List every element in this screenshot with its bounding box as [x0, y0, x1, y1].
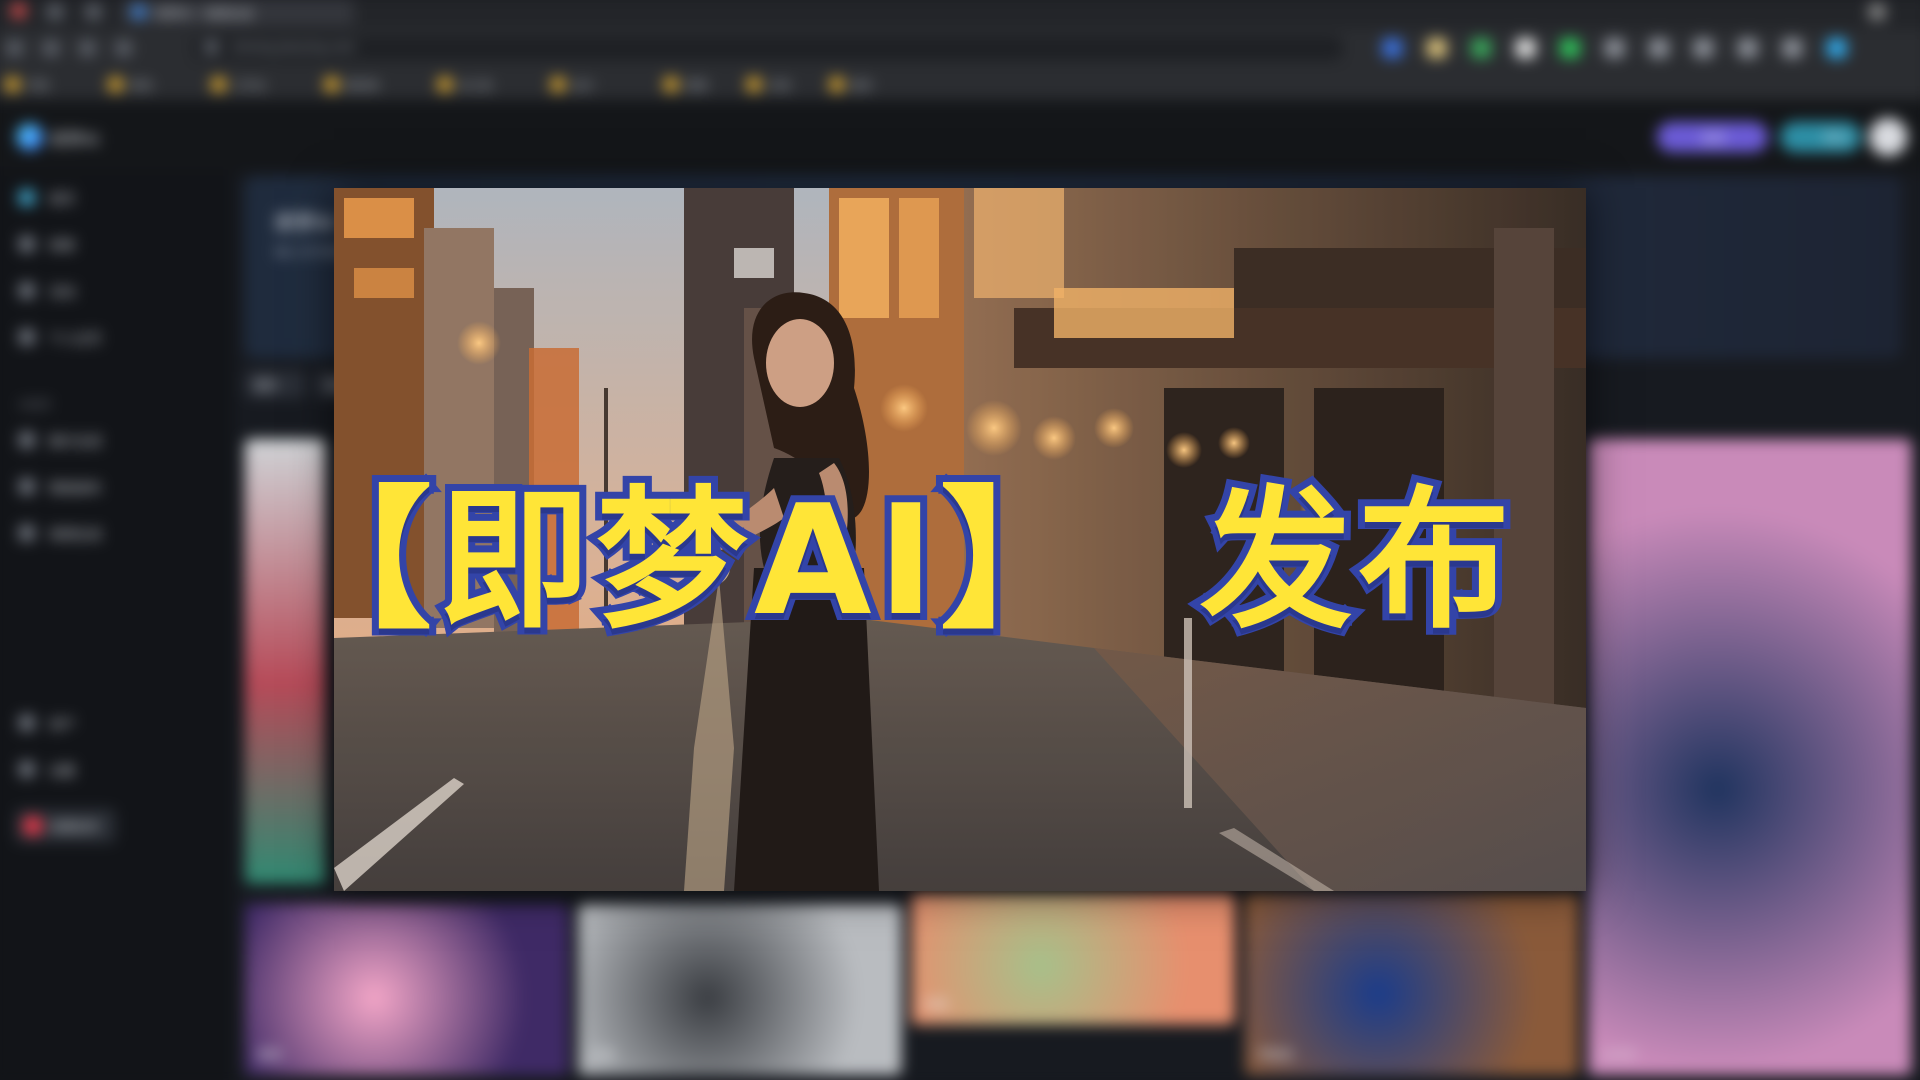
bookmark-item[interactable]: 视频	[663, 75, 734, 93]
extension-icon[interactable]	[1382, 38, 1403, 59]
screen: 即梦AI - 视频生成 jimeng.jianying.com 书签 常用 工作台 素…	[0, 0, 1920, 1080]
sidebar-item-label: 个人主页	[48, 331, 102, 348]
user-icon	[18, 328, 35, 346]
bookmark-item[interactable]: 书签	[4, 75, 96, 93]
bookmark-item[interactable]: 常用	[107, 75, 199, 93]
gear-icon	[18, 761, 35, 778]
browser-tab[interactable]: 即梦AI - 视频生成	[121, 0, 355, 25]
sidebar-item-label: 活动	[48, 285, 76, 301]
bookmark-label: 视频	[685, 79, 708, 93]
folder-icon	[18, 714, 35, 731]
home-icon[interactable]	[115, 40, 132, 57]
story-creation-label: 故事创作	[51, 819, 100, 834]
video-title-overlay: 【即梦AI】 发布	[0, 465, 1920, 666]
extension-icon[interactable]	[1515, 38, 1536, 59]
address-bar-row: jimeng.jianying.com	[0, 28, 1920, 68]
folder-icon	[210, 76, 227, 93]
extension-icon[interactable]	[1604, 38, 1625, 59]
refresh-icon[interactable]	[79, 40, 96, 57]
sidebar-section-title: AI创作	[18, 398, 52, 412]
membership-button-label: 会员	[1701, 130, 1726, 146]
filter-label: 图片	[255, 378, 280, 393]
brand-logo-icon[interactable]	[16, 123, 43, 151]
bookmark-item[interactable]: 设计	[549, 75, 651, 93]
folder-icon	[323, 76, 340, 93]
bookmark-label: AI工具	[459, 79, 493, 93]
gallery-tile[interactable]: 田园	[911, 893, 1235, 1025]
bookmark-item[interactable]: 素材库	[323, 75, 425, 93]
gallery-tile-label: 田园	[923, 997, 948, 1012]
gallery-tile-label: 花海	[590, 1048, 615, 1063]
extension-icon[interactable]	[1693, 38, 1714, 59]
flag-icon	[18, 282, 35, 299]
user-avatar[interactable]	[1869, 117, 1908, 157]
tab-list-icon[interactable]	[46, 3, 64, 20]
site-header: 即梦AI 会员 积分	[0, 99, 1920, 173]
browser-tab-bar: 即梦AI - 视频生成	[0, 0, 1920, 29]
extension-icon[interactable]	[1826, 38, 1847, 59]
bookmark-item[interactable]: 工作台	[210, 75, 312, 93]
title-part-brand: 【即梦AI】	[273, 465, 1099, 656]
sidebar-item-label: 资产	[48, 717, 76, 733]
credits-button[interactable]: 积分	[1780, 121, 1861, 153]
compass-icon	[18, 235, 35, 253]
bookmark-label: 文档	[768, 79, 791, 93]
folder-icon	[107, 76, 124, 93]
address-input[interactable]: jimeng.jianying.com	[192, 36, 1344, 61]
tab-favicon-icon	[131, 4, 146, 19]
story-icon	[22, 815, 43, 836]
sidebar-item-label: 首页	[48, 192, 76, 208]
lock-icon	[204, 40, 219, 55]
tab-title: 即梦AI - 视频生成	[156, 6, 253, 21]
sidebar-item-label: 探索	[48, 239, 76, 255]
folder-icon	[663, 76, 680, 93]
bookmark-label: 更多	[850, 79, 874, 93]
gallery-tile[interactable]: 星球	[244, 903, 569, 1076]
bookmark-label: 书签	[26, 79, 49, 93]
home-icon	[18, 189, 35, 206]
filter-images[interactable]: 图片	[244, 370, 306, 399]
browser-menu-icon[interactable]	[10, 2, 27, 19]
forward-icon[interactable]	[42, 40, 60, 57]
folder-icon	[828, 76, 845, 93]
bookmarks-bar: 书签 常用 工作台 素材库 AI工具 设计 视频 文档 更多	[0, 67, 1920, 101]
gallery-tile[interactable]: 花海	[578, 903, 902, 1076]
bookmark-item[interactable]: 文档	[745, 75, 817, 93]
extension-icon[interactable]	[1559, 38, 1581, 59]
gallery-tile-label: 宇航员	[1256, 1048, 1294, 1063]
extension-icon[interactable]	[1471, 38, 1492, 59]
story-creation-button[interactable]: 故事创作	[14, 808, 116, 843]
bookmark-label: 工作台	[232, 79, 267, 93]
minimize-icon[interactable]	[1869, 3, 1886, 20]
credits-button-label: 积分	[1824, 130, 1849, 146]
back-icon[interactable]	[6, 40, 23, 57]
brand-name[interactable]: 即梦AI	[51, 126, 99, 150]
gallery-tile[interactable]: 宇航员	[1244, 893, 1579, 1076]
address-text: jimeng.jianying.com	[232, 40, 356, 55]
folder-icon	[436, 76, 453, 93]
bookmark-item[interactable]: AI工具	[436, 75, 538, 93]
bookmark-label: 设计	[572, 79, 595, 93]
folder-icon	[745, 76, 763, 93]
bookmark-label: 常用	[129, 79, 153, 93]
image-icon	[18, 431, 35, 449]
bookmark-label: 素材库	[345, 79, 380, 93]
membership-button[interactable]: 会员	[1656, 121, 1768, 153]
extension-icon[interactable]	[1426, 38, 1447, 59]
title-part-release: 发布	[1193, 465, 1517, 656]
folder-icon	[4, 76, 21, 93]
gallery-tile-label: 星球	[257, 1048, 282, 1063]
bookmark-item[interactable]: 更多	[828, 75, 890, 93]
sidebar-item-label: 设置	[48, 764, 76, 780]
new-tab-icon[interactable]	[85, 3, 102, 20]
extension-icon[interactable]	[1737, 38, 1758, 59]
sidebar-item-label: 图片生成	[48, 434, 102, 451]
gallery-tile-label: 小王子	[1600, 1048, 1637, 1063]
extension-icon[interactable]	[1782, 38, 1803, 59]
folder-icon	[549, 76, 567, 93]
extension-icon[interactable]	[1648, 38, 1670, 59]
